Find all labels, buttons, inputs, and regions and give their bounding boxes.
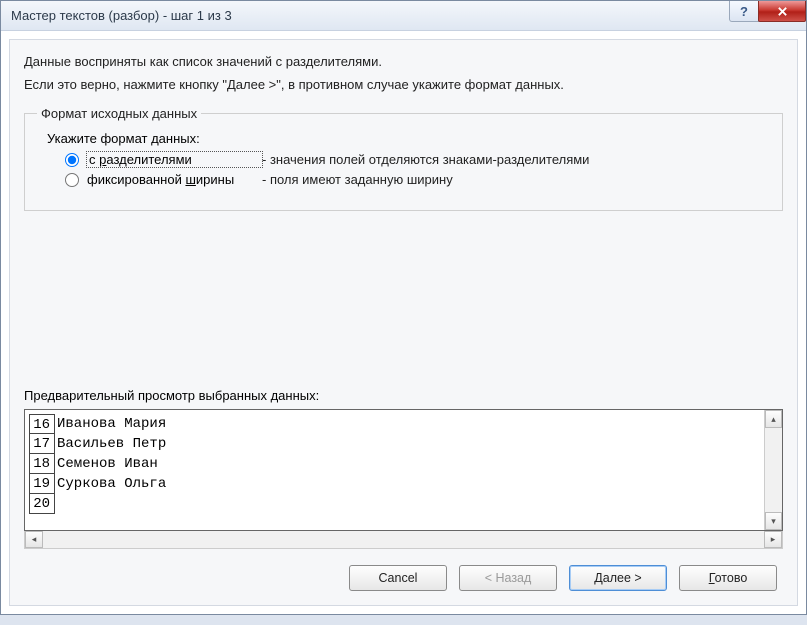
preview-linenum: 19 (29, 474, 55, 494)
finish-button[interactable]: Готово (679, 565, 777, 591)
radio-delimited-input[interactable] (65, 153, 79, 167)
horizontal-scrollbar[interactable]: ◂ ▸ (24, 531, 783, 549)
preview-row: 18 Семенов Иван (29, 454, 760, 474)
preview-linenum: 16 (29, 414, 55, 434)
preview-linenum: 17 (29, 434, 55, 454)
preview-row: 19 Суркова Ольга (29, 474, 760, 494)
preview-text: Семенов Иван (55, 454, 158, 474)
titlebar[interactable]: Мастер текстов (разбор) - шаг 1 из 3 ? (1, 1, 806, 31)
preview-box: 16 Иванова Мария 17 Васильев Петр 18 Сем… (24, 409, 783, 531)
scroll-down-button[interactable]: ▾ (765, 512, 782, 530)
radio-delimited-label: с разделителями (87, 152, 262, 167)
cancel-button[interactable]: Cancel (349, 565, 447, 591)
scroll-right-button[interactable]: ▸ (764, 531, 782, 548)
back-button[interactable]: < Назад (459, 565, 557, 591)
scroll-up-button[interactable]: ▴ (765, 410, 782, 428)
format-groupbox: Формат исходных данных Укажите формат да… (24, 106, 783, 211)
radio-fixed-label: фиксированной ширины (87, 172, 262, 187)
preview-content[interactable]: 16 Иванова Мария 17 Васильев Петр 18 Сем… (25, 410, 764, 530)
window-title: Мастер текстов (разбор) - шаг 1 из 3 (11, 8, 232, 23)
info-text-2: Если это верно, нажмите кнопку "Далее >"… (24, 77, 783, 92)
preview-text (55, 494, 57, 514)
close-icon (777, 6, 788, 17)
close-button[interactable] (758, 1, 806, 22)
preview-linenum: 18 (29, 454, 55, 474)
preview-row: 16 Иванова Мария (29, 414, 760, 434)
scroll-left-button[interactable]: ◂ (25, 531, 43, 548)
help-button[interactable]: ? (729, 1, 759, 22)
preview-label: Предварительный просмотр выбранных данны… (24, 388, 783, 403)
radio-delimited-desc: - значения полей отделяются знаками-разд… (262, 152, 589, 167)
radio-delimited[interactable]: с разделителями - значения полей отделяю… (65, 152, 770, 167)
radio-fixed-input[interactable] (65, 173, 79, 187)
info-text-1: Данные восприняты как список значений с … (24, 54, 783, 69)
format-prompt: Укажите формат данных: (47, 131, 770, 146)
vertical-scrollbar[interactable]: ▴ ▾ (764, 410, 782, 530)
preview-text: Суркова Ольга (55, 474, 166, 494)
preview-text: Васильев Петр (55, 434, 166, 454)
dialog-window: Мастер текстов (разбор) - шаг 1 из 3 ? Д… (0, 0, 807, 615)
spacer (24, 211, 783, 382)
titlebar-controls: ? (730, 1, 806, 23)
client-area: Данные восприняты как список значений с … (1, 31, 806, 614)
preview-text: Иванова Мария (55, 414, 166, 434)
button-bar: Cancel < Назад Далее > Готово (24, 553, 783, 595)
preview-linenum: 20 (29, 494, 55, 514)
radio-fixed[interactable]: фиксированной ширины - поля имеют заданн… (65, 172, 770, 187)
next-button[interactable]: Далее > (569, 565, 667, 591)
content-panel: Данные восприняты как список значений с … (9, 39, 798, 606)
preview-row: 20 (29, 494, 760, 514)
preview-row: 17 Васильев Петр (29, 434, 760, 454)
format-legend: Формат исходных данных (37, 106, 201, 121)
radio-fixed-desc: - поля имеют заданную ширину (262, 172, 453, 187)
